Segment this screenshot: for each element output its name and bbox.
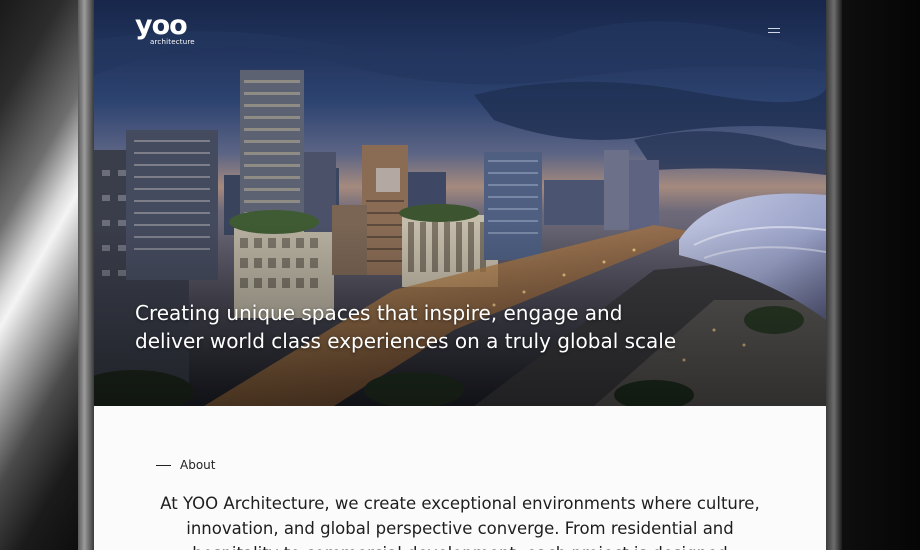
logo-subtitle: architecture: [150, 38, 195, 46]
hero-headline-line-1: Creating unique spaces that inspire, eng…: [135, 301, 623, 325]
hero-section: yoo architecture Creating unique spaces …: [94, 0, 826, 406]
logo-wordmark: yoo: [135, 10, 188, 41]
hero-headline-line-2: deliver world class experiences on a tru…: [135, 329, 677, 353]
browser-viewport: yoo architecture Creating unique spaces …: [94, 0, 826, 550]
device-bezel-right-edge: [826, 0, 842, 550]
device-frame: yoo architecture Creating unique spaces …: [0, 0, 920, 550]
hero-headline: Creating unique spaces that inspire, eng…: [135, 299, 775, 355]
hamburger-menu-icon[interactable]: [762, 22, 786, 40]
about-section-label: About: [156, 458, 215, 472]
device-bezel-left-edge: [78, 0, 94, 550]
yoo-architecture-logo[interactable]: yoo architecture: [135, 10, 195, 47]
about-label-text: About: [180, 458, 216, 472]
dash-divider: [156, 464, 171, 466]
about-description: At YOO Architecture, we create exception…: [160, 494, 760, 550]
about-section: About At YOO Architecture, we create exc…: [94, 406, 826, 550]
